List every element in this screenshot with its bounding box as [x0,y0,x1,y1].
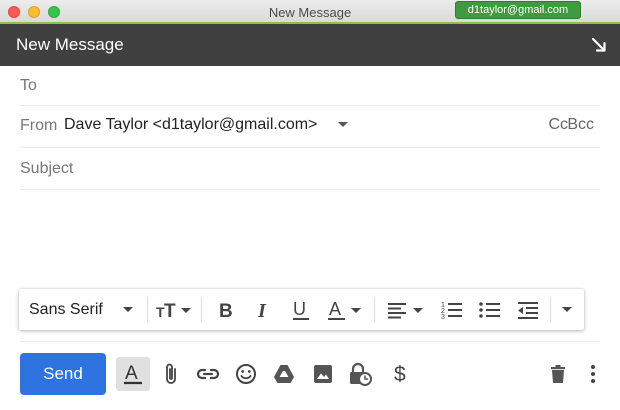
toolbar-divider [147,297,148,322]
message-body[interactable] [20,192,600,282]
from-field: From Dave Taylor <d1taylor@gmail.com> Cc… [20,106,600,148]
toolbar-divider [550,297,551,322]
from-address[interactable]: Dave Taylor <d1taylor@gmail.com> [64,116,317,134]
align-icon[interactable] [385,297,427,322]
account-badge[interactable]: d1taylor@gmail.com [455,1,581,19]
drive-icon[interactable] [271,361,297,387]
subject-field [20,148,600,190]
text-color-icon[interactable]: A [325,297,365,322]
compose-header: New Message [0,24,620,66]
svg-text:$: $ [394,363,406,386]
attach-icon[interactable] [158,361,184,387]
chevron-down-icon [122,307,133,312]
indent-less-icon[interactable] [516,297,540,322]
emoji-icon[interactable] [233,361,259,387]
svg-text:U: U [293,299,306,319]
to-label: To [20,77,37,94]
trash-icon[interactable] [545,361,571,387]
bulleted-list-icon[interactable] [478,297,502,322]
formatting-options-icon[interactable]: A [116,357,150,391]
money-icon[interactable]: $ [388,361,414,387]
svg-text:B: B [219,301,233,321]
from-label: From [20,117,58,134]
to-field[interactable]: To [20,66,600,106]
confidential-icon[interactable] [347,361,373,387]
font-family-value: Sans Serif [29,300,103,318]
photo-icon[interactable] [310,361,336,387]
expand-arrow-icon[interactable] [590,36,608,54]
divider [20,341,600,342]
subject-input[interactable] [20,158,590,180]
cc-link[interactable]: Cc [548,116,568,134]
chevron-down-icon [562,307,572,312]
svg-text:I: I [257,300,267,321]
window-titlebar: New Message d1taylor@gmail.com [0,0,620,24]
link-icon[interactable] [195,361,221,387]
formatting-toolbar: Sans Serif T T B I U A 1 2 3 [19,289,584,330]
svg-text:A: A [329,299,341,319]
toolbar-divider [374,297,375,322]
svg-text:T: T [164,301,176,321]
compose-title: New Message [16,35,124,54]
italic-icon[interactable]: I [253,297,275,322]
bcc-link[interactable]: Bcc [567,116,594,134]
numbered-list-icon[interactable]: 1 2 3 [440,297,464,322]
more-options-icon[interactable] [580,361,606,387]
underline-icon[interactable]: U [290,297,312,322]
chevron-down-icon[interactable] [338,122,348,127]
text-size-icon[interactable]: T T [155,297,195,322]
toolbar-divider [201,297,202,322]
bold-icon[interactable]: B [215,297,237,322]
svg-text:A: A [125,363,138,384]
send-button[interactable]: Send [20,353,106,395]
font-family-select[interactable]: Sans Serif [29,297,141,322]
more-formatting-icon[interactable] [558,297,576,322]
svg-text:3: 3 [441,314,445,321]
